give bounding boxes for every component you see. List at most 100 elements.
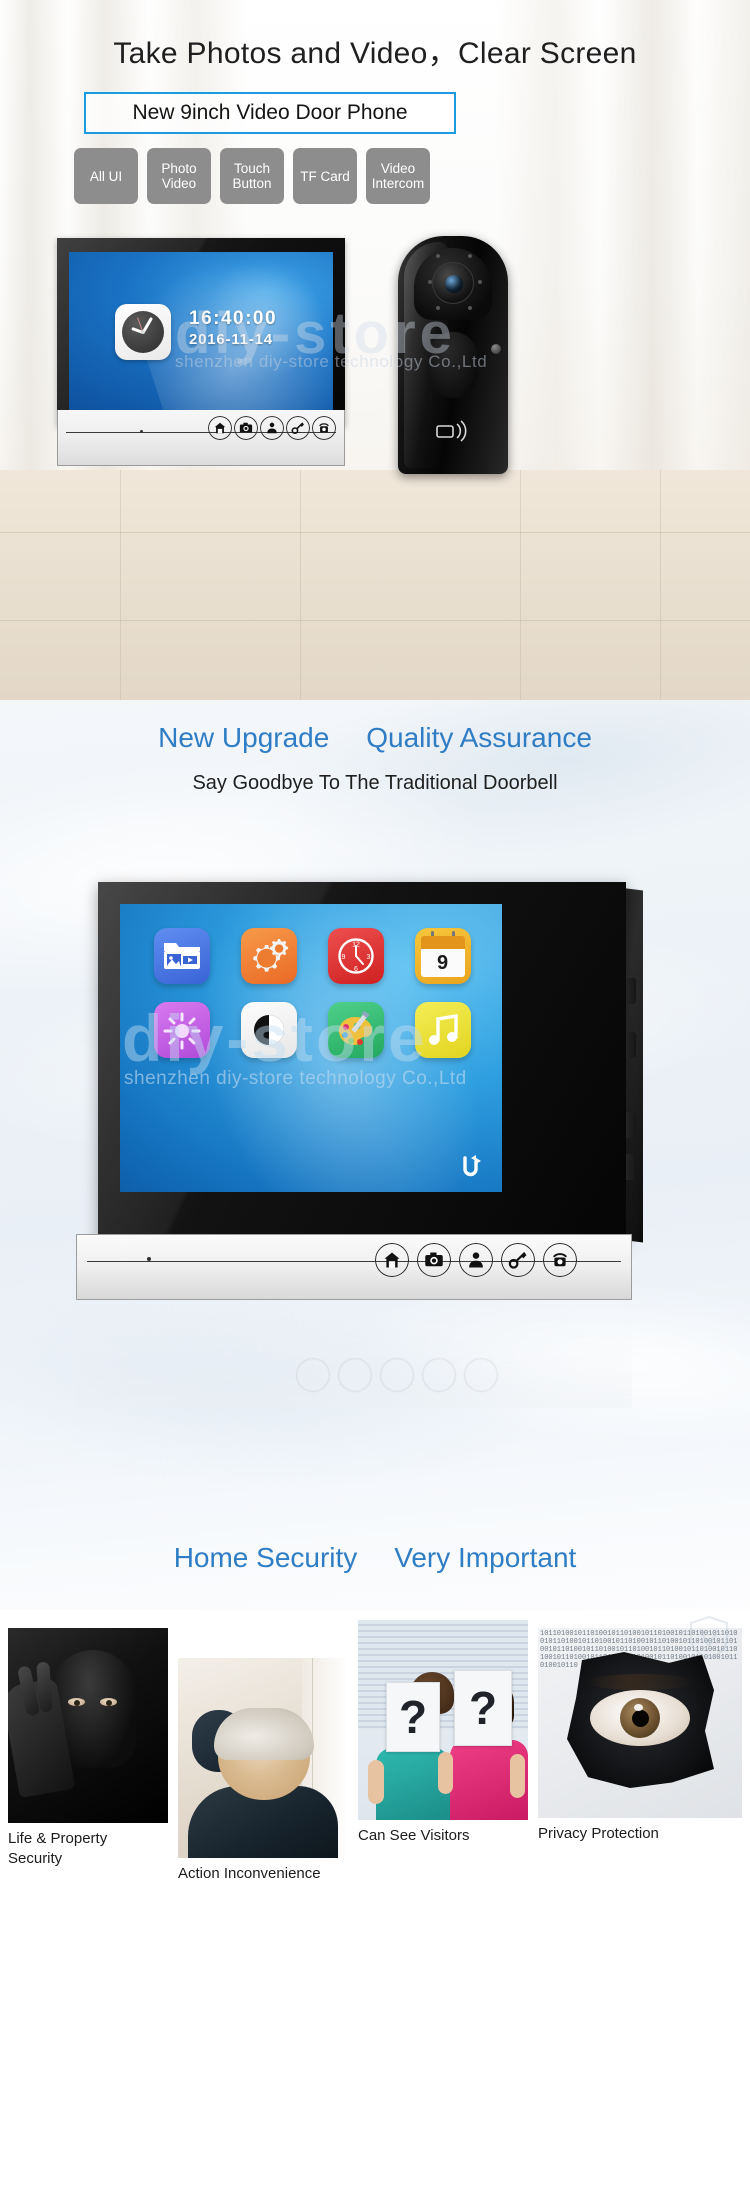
microphone-hole bbox=[140, 430, 143, 433]
app-settings[interactable] bbox=[240, 928, 297, 984]
touch-button-unlock[interactable] bbox=[260, 416, 284, 440]
floor-line bbox=[300, 470, 301, 700]
feature-chip-tf-card[interactable]: TF Card bbox=[293, 148, 357, 204]
app-contrast[interactable] bbox=[240, 1002, 297, 1058]
heading-very-important: Very Important bbox=[394, 1542, 577, 1573]
date-text: 2016-11-14 bbox=[189, 331, 273, 348]
touch-button-unlock[interactable] bbox=[459, 1243, 493, 1277]
ir-led bbox=[478, 280, 482, 284]
product-title-box: New 9inch Video Door Phone bbox=[84, 92, 456, 134]
touch-button-camera[interactable] bbox=[417, 1243, 451, 1277]
chip-label-2: Button bbox=[232, 176, 272, 191]
eye-glint bbox=[634, 1704, 643, 1711]
camera-lens bbox=[445, 275, 463, 293]
burglar-photo bbox=[8, 1628, 168, 1823]
section2-subheading: Say Goodbye To The Traditional Doorbell bbox=[192, 772, 558, 794]
chip-label-2: Video bbox=[161, 176, 197, 191]
chip-label-2: Intercom bbox=[371, 176, 425, 191]
visitor-arm bbox=[510, 1754, 525, 1798]
chip-label: Photo bbox=[161, 161, 197, 176]
contrast-icon bbox=[253, 1015, 284, 1045]
burglar-pupil-right bbox=[106, 1700, 112, 1706]
app-icon-grid: 12 3 6 9 9 bbox=[138, 928, 486, 1058]
feature-chip-list: All UI Photo Video Touch Button TF Card … bbox=[74, 148, 474, 204]
touch-button-row bbox=[375, 1243, 577, 1277]
app-calendar[interactable]: 9 bbox=[414, 928, 471, 984]
media-folder-icon bbox=[163, 943, 200, 969]
svg-text:9: 9 bbox=[341, 954, 345, 961]
feature-chip-video-intercom[interactable]: Video Intercom bbox=[366, 148, 430, 204]
palette-icon bbox=[338, 1011, 372, 1045]
card-caption: Can See Visitors bbox=[358, 1827, 470, 1844]
camera-icon bbox=[425, 1252, 443, 1267]
monitor-screen: 16:40:00 2016-11-14 bbox=[69, 252, 333, 412]
feature-chip-all-ui[interactable]: All UI bbox=[74, 148, 138, 204]
benefit-card-security: Life & Property Security bbox=[8, 1628, 168, 1869]
clock-icon: 12 3 6 9 bbox=[337, 938, 374, 974]
app-brightness[interactable] bbox=[153, 1002, 210, 1058]
floor-background bbox=[0, 470, 750, 700]
time-text: 16:40:00 bbox=[189, 308, 278, 329]
brightness-icon bbox=[163, 1012, 200, 1050]
feature-chip-touch-button[interactable]: Touch Button bbox=[220, 148, 284, 204]
chip-label: TF Card bbox=[300, 168, 350, 184]
app-music[interactable] bbox=[414, 1002, 471, 1058]
app-clock[interactable]: 12 3 6 9 bbox=[327, 928, 384, 984]
calendar-day: 9 bbox=[420, 949, 465, 977]
home-icon bbox=[214, 422, 226, 434]
benefits-section: Life & Property Security Action Inconven… bbox=[0, 1610, 750, 2193]
benefit-card-privacy: 1011010010110100101101001011010010110100… bbox=[538, 1628, 742, 1844]
shield-logo-icon bbox=[690, 1615, 728, 1660]
ir-led bbox=[436, 306, 440, 310]
chip-label: All UI bbox=[89, 168, 123, 184]
key-icon bbox=[508, 1251, 527, 1269]
ir-led bbox=[468, 306, 472, 310]
calendar-header bbox=[420, 936, 465, 949]
settings-gear-icon bbox=[252, 939, 288, 972]
chip-label: Touch bbox=[233, 161, 271, 176]
question-sign-left: ? bbox=[386, 1682, 440, 1752]
touch-button-intercom[interactable] bbox=[312, 416, 336, 440]
clock-widget bbox=[115, 304, 171, 360]
clock-center-pin bbox=[141, 330, 145, 334]
touch-button-camera[interactable] bbox=[234, 416, 258, 440]
app-palette[interactable] bbox=[327, 1002, 384, 1058]
heading-new-upgrade: New Upgrade bbox=[158, 722, 330, 753]
product-title: New 9inch Video Door Phone bbox=[132, 101, 408, 124]
card-caption: Life & Property Security bbox=[8, 1830, 108, 1867]
question-sign-right: ? bbox=[454, 1670, 512, 1746]
floor-line bbox=[660, 470, 661, 700]
card-caption: Action Inconvenience bbox=[178, 1865, 321, 1882]
heading-home-security: Home Security bbox=[173, 1542, 358, 1573]
touch-button-key[interactable] bbox=[286, 416, 310, 440]
floor-line bbox=[120, 470, 121, 700]
intercom-icon bbox=[553, 1253, 567, 1267]
rfid-wave-icon bbox=[436, 420, 467, 442]
floor-line bbox=[520, 470, 521, 700]
feature-chip-photo-video[interactable]: Photo Video bbox=[147, 148, 211, 204]
touch-button-home[interactable] bbox=[208, 416, 232, 440]
datetime-display: 16:40:00 2016-11-14 bbox=[189, 308, 277, 350]
touch-button-key[interactable] bbox=[501, 1243, 535, 1277]
monitor-base-panel bbox=[57, 410, 345, 466]
visitor-arm bbox=[438, 1752, 453, 1794]
visitor-arm bbox=[368, 1760, 384, 1804]
corner-watermark bbox=[686, 1614, 732, 1660]
ir-led bbox=[468, 254, 472, 258]
eye-pupil bbox=[632, 1710, 649, 1727]
benefit-card-visitors: ? ? Can See Visitors bbox=[358, 1620, 528, 1846]
touch-button-intercom[interactable] bbox=[543, 1243, 577, 1277]
ir-led bbox=[428, 280, 432, 284]
unlock-person-icon bbox=[267, 422, 277, 434]
camera-icon bbox=[239, 422, 253, 433]
monitor-screen: 12 3 6 9 9 bbox=[120, 904, 502, 1192]
eyebrow bbox=[586, 1674, 696, 1690]
back-button[interactable] bbox=[456, 1152, 486, 1182]
elderly-hair bbox=[214, 1708, 314, 1760]
microphone-hole bbox=[147, 1257, 151, 1261]
touch-button-home[interactable] bbox=[375, 1243, 409, 1277]
svg-text:6: 6 bbox=[354, 966, 358, 973]
app-media-folder[interactable] bbox=[153, 928, 210, 984]
home-icon bbox=[384, 1252, 400, 1268]
touch-button-row bbox=[208, 416, 336, 440]
